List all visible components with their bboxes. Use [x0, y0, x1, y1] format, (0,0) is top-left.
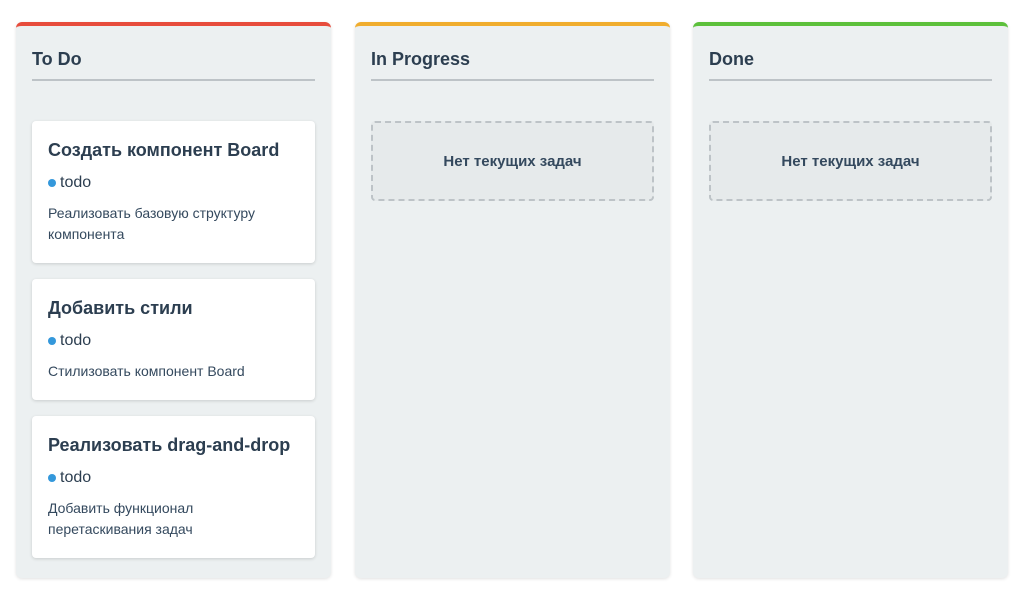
status-dot-icon: [48, 337, 56, 345]
task-title: Добавить стили: [48, 298, 193, 318]
column-in-progress[interactable]: In Progress Нет текущих задач: [355, 22, 670, 578]
empty-drop-zone[interactable]: Нет текущих задач: [709, 121, 992, 201]
column-title: To Do: [32, 49, 82, 69]
column-done[interactable]: Done Нет текущих задач: [693, 22, 1008, 578]
task-description: Реализовать базовую структуру компонента: [48, 205, 255, 242]
task-list: Создать компонент Board todo Реализовать…: [32, 121, 315, 574]
task-title: Реализовать drag-and-drop: [48, 435, 291, 455]
column-divider: [371, 79, 654, 81]
column-title: In Progress: [371, 49, 471, 69]
task-card[interactable]: Добавить стили todo Стилизовать компонен…: [32, 279, 315, 400]
task-status: todo: [48, 331, 299, 351]
task-status-label: todo: [60, 469, 92, 486]
column-divider: [709, 79, 992, 81]
task-status: todo: [48, 173, 299, 193]
task-status-label: todo: [60, 174, 92, 191]
column-title: Done: [709, 49, 754, 69]
status-dot-icon: [48, 474, 56, 482]
task-status: todo: [48, 468, 299, 488]
task-description: Добавить функционал перетаскивания задач: [48, 500, 194, 537]
kanban-board: To Do Создать компонент Board todo Реали…: [0, 0, 1024, 590]
task-card[interactable]: Создать компонент Board todo Реализовать…: [32, 121, 315, 263]
column-divider: [32, 79, 315, 81]
column-todo[interactable]: To Do Создать компонент Board todo Реали…: [16, 22, 331, 578]
task-card[interactable]: Реализовать drag-and-drop todo Добавить …: [32, 416, 315, 558]
task-title: Создать компонент Board: [48, 140, 280, 160]
task-status-label: todo: [60, 332, 92, 349]
status-dot-icon: [48, 179, 56, 187]
empty-drop-zone[interactable]: Нет текущих задач: [371, 121, 654, 201]
task-description: Стилизовать компонент Board: [48, 363, 245, 379]
